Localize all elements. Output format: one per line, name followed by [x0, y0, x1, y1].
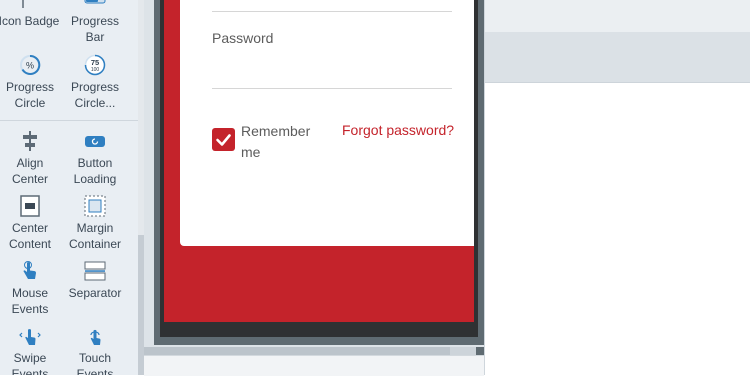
properties-panel	[484, 0, 750, 375]
palette-item-align-center[interactable]: Align Center	[0, 130, 63, 187]
button-loading-icon	[85, 136, 105, 147]
flag-icon	[22, 0, 24, 8]
widget-palette: Icon Badge Progress Bar % Progress Circl…	[0, 0, 138, 375]
svg-text:%: %	[26, 61, 34, 71]
login-card: Password Remember me Forgot password?	[180, 0, 474, 246]
palette-item-label: Progress Circle	[5, 80, 55, 110]
palette-item-swipe-events[interactable]: Swipe Events	[0, 325, 63, 375]
swipe-icon	[19, 329, 41, 345]
palette-item-label: Button Loading	[73, 156, 117, 186]
pointer-hand-icon	[23, 261, 36, 279]
palette-item-label: Margin Container	[68, 221, 122, 251]
touch-icon	[90, 329, 101, 345]
remember-me-checkbox[interactable]	[212, 128, 235, 151]
palette-item-center-content[interactable]: Center Content	[0, 195, 63, 252]
palette-item-progress-circle-alt[interactable]: 75 100 Progress Circle...	[62, 54, 128, 111]
forgot-password-link[interactable]: Forgot password?	[342, 122, 454, 138]
remember-me-label[interactable]: Remember me	[241, 121, 321, 163]
progress-circle-75-icon: 75 100	[84, 54, 106, 76]
palette-item-label: Touch Events	[76, 351, 114, 375]
center-content-icon	[20, 195, 40, 217]
palette-item-mouse-events[interactable]: Mouse Events	[0, 260, 63, 317]
palette-item-label: Icon Badge	[0, 14, 60, 28]
properties-panel-toolbar	[485, 32, 750, 83]
progress-circle-icon-value: 75	[91, 58, 99, 67]
username-field-underline	[212, 11, 452, 12]
margin-container-icon	[84, 195, 106, 217]
align-center-icon	[23, 131, 37, 151]
percent-circle-icon: %	[20, 54, 41, 75]
design-canvas: Password Remember me Forgot password?	[144, 0, 484, 376]
password-label: Password	[212, 30, 274, 46]
palette-item-label: Swipe Events	[11, 351, 49, 375]
canvas-bottom-bar	[144, 355, 484, 376]
scrollbar-corner	[476, 347, 484, 355]
palette-item-label: Center Content	[8, 221, 52, 251]
palette-item-label: Progress Bar	[70, 14, 120, 44]
properties-panel-header	[485, 0, 750, 32]
progress-bar-icon	[84, 0, 106, 4]
palette-item-margin-container[interactable]: Margin Container	[62, 195, 128, 252]
palette-item-button-loading[interactable]: Button Loading	[62, 130, 128, 187]
palette-item-progress-bar[interactable]: Progress Bar	[62, 0, 128, 45]
palette-item-touch-events[interactable]: Touch Events	[62, 325, 128, 375]
separator-icon	[84, 261, 106, 281]
canvas-scrollbar-thumb[interactable]	[144, 347, 450, 355]
palette-item-label: Separator	[68, 286, 122, 300]
progress-circle-icon-max: 100	[91, 67, 100, 73]
palette-item-label: Mouse Events	[11, 286, 49, 316]
palette-item-separator[interactable]: Separator	[62, 260, 128, 301]
palette-item-label: Align Center	[11, 156, 49, 186]
checkmark-icon	[216, 134, 231, 146]
palette-item-icon-badge[interactable]: Icon Badge	[0, 0, 62, 29]
palette-divider	[0, 120, 138, 121]
password-field[interactable]	[212, 88, 452, 89]
palette-item-label: Progress Circle...	[70, 80, 120, 110]
canvas-horizontal-scrollbar[interactable]	[144, 347, 484, 355]
palette-item-progress-circle[interactable]: % Progress Circle	[0, 54, 63, 111]
